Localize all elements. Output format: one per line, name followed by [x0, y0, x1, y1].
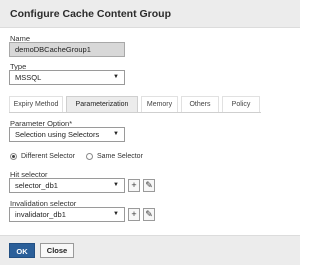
invalidation-selector-select[interactable]: invalidator_db1 ▼ [9, 207, 125, 222]
name-value: demoDBCacheGroup1 [15, 45, 91, 54]
add-hit-selector-button[interactable]: + [128, 179, 140, 192]
ok-button[interactable]: OK [9, 243, 35, 258]
caret-down-icon: ▼ [113, 74, 119, 80]
pencil-icon: ✎ [145, 209, 153, 219]
type-select[interactable]: MSSQL ▼ [9, 70, 125, 85]
add-invalidation-selector-button[interactable]: + [128, 208, 140, 221]
plus-icon: + [131, 180, 137, 190]
parameter-option-select[interactable]: Selection using Selectors ▼ [9, 127, 125, 142]
tab-expiry-method[interactable]: Expiry Method [9, 96, 63, 112]
radio-same-selector-label: Same Selector [97, 153, 143, 160]
hit-selector-value: selector_db1 [15, 181, 58, 190]
edit-hit-selector-button[interactable]: ✎ [143, 179, 155, 192]
hit-selector-select[interactable]: selector_db1 ▼ [9, 178, 125, 193]
tab-parameterization[interactable]: Parameterization [66, 96, 138, 112]
plus-icon: + [131, 209, 137, 219]
invalidation-selector-value: invalidator_db1 [15, 210, 66, 219]
tab-bar: Expiry Method Parameterization Memory Ot… [9, 96, 261, 113]
type-value: MSSQL [15, 73, 42, 82]
name-field: demoDBCacheGroup1 [9, 42, 125, 57]
tab-memory[interactable]: Memory [141, 96, 178, 112]
dialog-header: Configure Cache Content Group [0, 0, 300, 28]
edit-invalidation-selector-button[interactable]: ✎ [143, 208, 155, 221]
caret-down-icon: ▼ [113, 131, 119, 137]
pencil-icon: ✎ [145, 180, 153, 190]
radio-same-selector[interactable] [86, 153, 93, 160]
tab-policy[interactable]: Policy [222, 96, 260, 112]
dialog-title: Configure Cache Content Group [10, 8, 171, 20]
caret-down-icon: ▼ [113, 211, 119, 217]
close-button[interactable]: Close [40, 243, 74, 258]
parameter-option-value: Selection using Selectors [15, 130, 100, 139]
tab-others[interactable]: Others [181, 96, 219, 112]
dialog-footer: OK Close [0, 235, 300, 265]
radio-different-selector-label: Different Selector [21, 153, 75, 160]
radio-different-selector[interactable] [10, 153, 17, 160]
caret-down-icon: ▼ [113, 182, 119, 188]
